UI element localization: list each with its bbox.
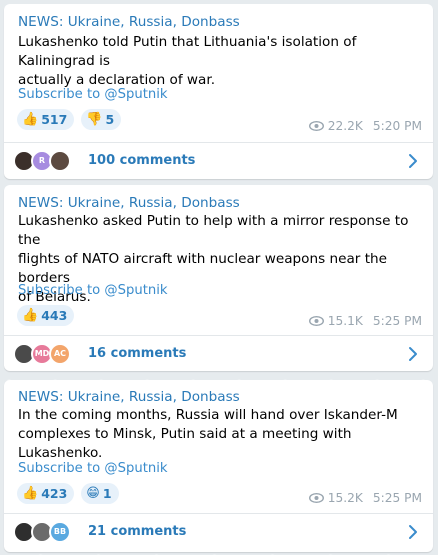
- eye-icon: [308, 121, 324, 131]
- post-text-line: In the coming months, Russia will hand o…: [18, 407, 398, 423]
- chevron-right-icon: [409, 154, 417, 168]
- commenter-avatars: R: [13, 149, 83, 172]
- reaction-thumbs-up[interactable]: 👍 443: [17, 305, 75, 326]
- comments-button[interactable]: R 100 comments: [4, 142, 433, 178]
- post-text-line: Lukashenko asked Putin to help with a mi…: [18, 213, 409, 248]
- subscribe-link[interactable]: Subscribe to @Sputnik: [18, 460, 168, 478]
- post-meta: 15.2K 5:25 PM: [308, 491, 422, 505]
- subscribe-link[interactable]: Subscribe to @Sputnik: [18, 86, 168, 104]
- thumbs-down-icon: 👎: [86, 112, 103, 127]
- eye-icon: [308, 493, 324, 503]
- thumbs-up-icon: 👍: [22, 112, 39, 127]
- reaction-count: 423: [41, 486, 68, 501]
- thumbs-up-icon: 👍: [22, 308, 39, 323]
- reaction-thumbs-up[interactable]: 👍 423: [17, 483, 75, 504]
- reactions-row: 👍 517 👎 5: [17, 109, 122, 130]
- eye-icon: [308, 316, 324, 326]
- post-meta: 15.1K 5:25 PM: [308, 314, 422, 328]
- view-count: 15.2K: [327, 491, 363, 505]
- reaction-grin[interactable]: 😁 1: [81, 483, 119, 504]
- grin-icon: 😁: [86, 486, 100, 501]
- avatar: [49, 149, 71, 172]
- post-time: 5:25 PM: [372, 314, 422, 328]
- channel-post: NEWS: Ukraine, Russia, Donbass In the co…: [4, 380, 433, 552]
- channel-post: NEWS: Ukraine, Russia, Donbass Lukashenk…: [4, 185, 433, 371]
- reactions-row: 👍 443: [17, 305, 75, 326]
- comments-count-label: 21 comments: [88, 524, 187, 539]
- reaction-thumbs-down[interactable]: 👎 5: [81, 109, 122, 130]
- avatar: BB: [49, 520, 71, 543]
- view-count: 15.1K: [327, 314, 363, 328]
- comments-count-label: 16 comments: [88, 346, 187, 361]
- commenter-avatars: MD AC: [13, 342, 83, 365]
- channel-post: NEWS: Ukraine, Russia, Donbass Lukashenk…: [4, 4, 433, 179]
- chevron-right-icon: [409, 525, 417, 539]
- reaction-count: 517: [41, 112, 68, 127]
- reaction-count: 1: [102, 486, 112, 501]
- comments-count-label: 100 comments: [88, 153, 196, 168]
- post-text-line: Lukashenko told Putin that Lithuania's i…: [18, 34, 357, 69]
- view-count: 22.2K: [327, 119, 363, 133]
- subscribe-link[interactable]: Subscribe to @Sputnik: [18, 282, 168, 300]
- reactions-row: 👍 423 😁 1: [17, 483, 119, 504]
- post-tag-link[interactable]: NEWS: Ukraine, Russia, Donbass: [18, 13, 240, 32]
- reaction-count: 443: [41, 308, 68, 323]
- thumbs-up-icon: 👍: [22, 486, 39, 501]
- reaction-count: 5: [105, 112, 115, 127]
- post-text: In the coming months, Russia will hand o…: [18, 406, 423, 463]
- comments-button[interactable]: BB 21 comments: [4, 513, 433, 549]
- commenter-avatars: BB: [13, 520, 83, 543]
- reaction-thumbs-up[interactable]: 👍 517: [17, 109, 75, 130]
- post-time: 5:20 PM: [372, 119, 422, 133]
- post-text-line: complexes to Minsk, Putin said at a meet…: [18, 426, 352, 461]
- post-text: Lukashenko told Putin that Lithuania's i…: [18, 33, 423, 90]
- post-tag-link[interactable]: NEWS: Ukraine, Russia, Donbass: [18, 388, 240, 407]
- chevron-right-icon: [409, 347, 417, 361]
- comments-button[interactable]: MD AC 16 comments: [4, 335, 433, 371]
- post-meta: 22.2K 5:20 PM: [308, 119, 422, 133]
- post-time: 5:25 PM: [372, 491, 422, 505]
- post-tag-link[interactable]: NEWS: Ukraine, Russia, Donbass: [18, 194, 240, 213]
- avatar: AC: [49, 342, 71, 365]
